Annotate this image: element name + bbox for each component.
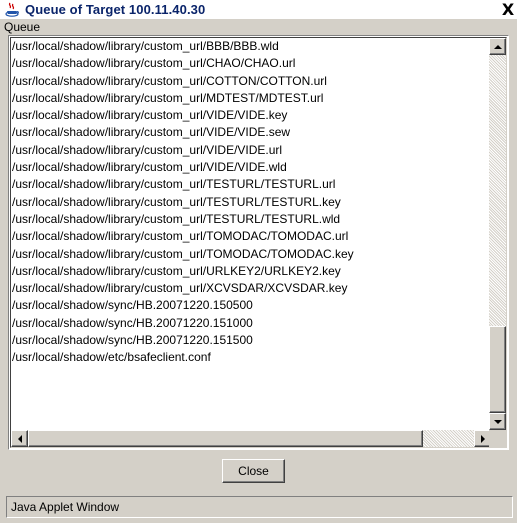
list-item[interactable]: /usr/local/shadow/library/custom_url/TES… (11, 194, 491, 211)
arrow-left-icon (17, 434, 22, 443)
list-item[interactable]: /usr/local/shadow/library/custom_url/XCV… (11, 280, 491, 297)
list-item[interactable]: /usr/local/shadow/library/custom_url/VID… (11, 124, 491, 141)
vertical-scrollbar[interactable] (489, 38, 506, 430)
window-close-button[interactable]: X (499, 0, 517, 19)
queue-label: Queue (4, 20, 41, 34)
list-item[interactable]: /usr/local/shadow/library/custom_url/VID… (11, 159, 491, 176)
queue-items-container: /usr/local/shadow/library/custom_url/BBB… (11, 38, 491, 430)
list-item[interactable]: /usr/local/shadow/library/custom_url/URL… (11, 263, 491, 280)
vertical-scroll-thumb[interactable] (489, 326, 506, 413)
list-item[interactable]: /usr/local/shadow/sync/HB.20071220.15050… (11, 297, 491, 314)
list-item[interactable]: /usr/local/shadow/library/custom_url/TES… (11, 211, 491, 228)
list-item[interactable]: /usr/local/shadow/library/custom_url/VID… (11, 107, 491, 124)
list-item[interactable]: /usr/local/shadow/library/custom_url/BBB… (11, 38, 491, 55)
java-coffee-cup-icon (5, 2, 19, 17)
status-bar: Java Applet Window (6, 496, 513, 518)
list-item[interactable]: /usr/local/shadow/etc/bsafeclient.conf (11, 349, 491, 366)
scroll-left-button[interactable] (11, 430, 28, 447)
close-icon: X (501, 0, 515, 19)
list-item[interactable]: /usr/local/shadow/library/custom_url/TES… (11, 176, 491, 193)
window-title: Queue of Target 100.11.40.30 (25, 2, 206, 17)
arrow-up-icon (493, 44, 502, 49)
list-item[interactable]: /usr/local/shadow/library/custom_url/VID… (11, 142, 491, 159)
list-item[interactable]: /usr/local/shadow/library/custom_url/TOM… (11, 228, 491, 245)
arrow-right-icon (480, 434, 485, 443)
title-bar: Queue of Target 100.11.40.30 X (0, 0, 517, 19)
close-button[interactable]: Close (222, 459, 285, 483)
list-item[interactable]: /usr/local/shadow/library/custom_url/CHA… (11, 55, 491, 72)
arrow-down-icon (493, 419, 502, 424)
status-text: Java Applet Window (11, 500, 120, 514)
scrollbar-corner (489, 430, 506, 447)
list-item[interactable]: /usr/local/shadow/library/custom_url/COT… (11, 73, 491, 90)
horizontal-scrollbar[interactable] (11, 430, 491, 447)
list-item[interactable]: /usr/local/shadow/sync/HB.20071220.15150… (11, 332, 491, 349)
horizontal-scroll-thumb[interactable] (28, 430, 423, 447)
scroll-up-button[interactable] (489, 38, 506, 55)
list-item[interactable]: /usr/local/shadow/library/custom_url/TOM… (11, 246, 491, 263)
queue-list-viewport: /usr/local/shadow/library/custom_url/BBB… (10, 37, 507, 448)
list-item[interactable]: /usr/local/shadow/library/custom_url/MDT… (11, 90, 491, 107)
scroll-down-button[interactable] (489, 413, 506, 430)
list-item[interactable]: /usr/local/shadow/sync/HB.20071220.15100… (11, 315, 491, 332)
queue-list[interactable]: /usr/local/shadow/library/custom_url/BBB… (8, 35, 509, 450)
